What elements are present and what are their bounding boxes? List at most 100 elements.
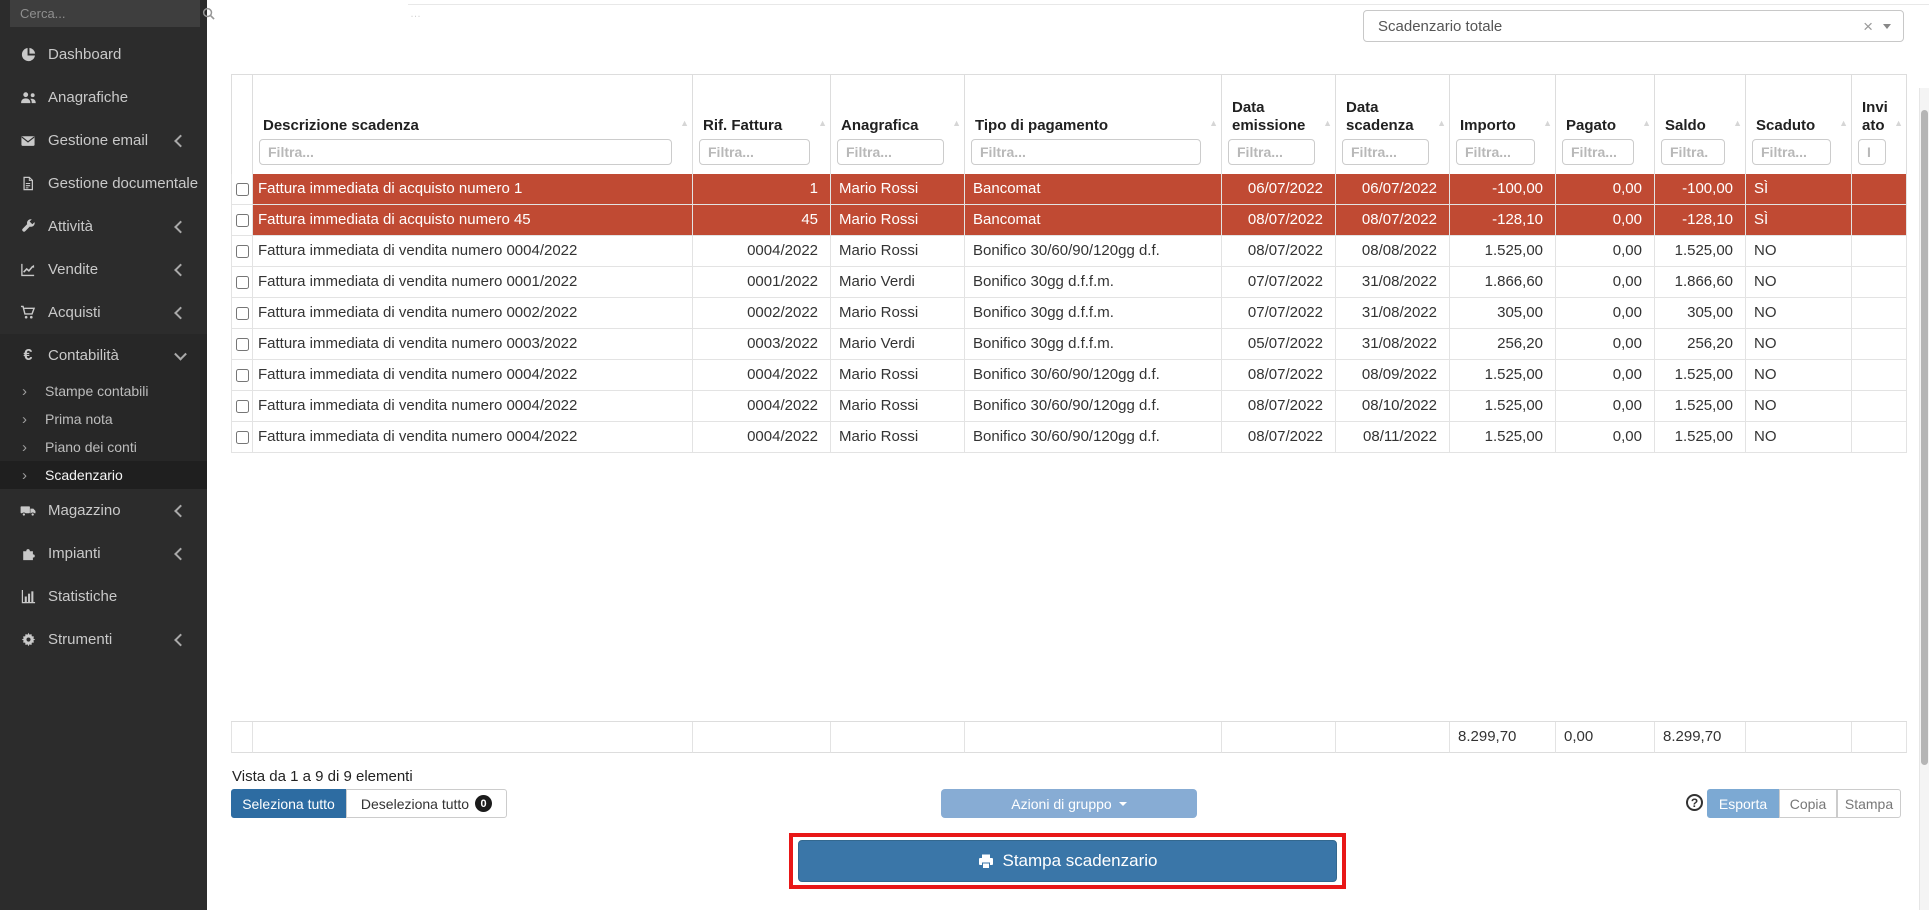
help-icon[interactable]: ? [1686, 794, 1703, 811]
table-cell: 08/07/2022 [1336, 205, 1450, 236]
sidebar-item-magazzino[interactable]: Magazzino [0, 489, 207, 532]
sidebar-item-impianti[interactable]: Impianti [0, 532, 207, 575]
totals-cell [1222, 722, 1336, 753]
sidebar-item-acquisti[interactable]: Acquisti [0, 291, 207, 334]
row-checkbox[interactable] [236, 400, 249, 413]
sidebar-item-dashboard[interactable]: Dashboard [0, 33, 207, 76]
deselect-all-button[interactable]: Deseleziona tutto 0 [346, 789, 507, 818]
deselect-count-badge: 0 [475, 795, 492, 812]
column-filter-input[interactable] [699, 139, 810, 165]
search-icon[interactable] [202, 7, 215, 20]
header-cell-importo[interactable]: Importo▲ [1450, 75, 1556, 175]
sidebar-item-strumenti[interactable]: Strumenti [0, 618, 207, 661]
table-cell: 06/07/2022 [1336, 174, 1450, 205]
totals-cell: 0,00 [1556, 722, 1655, 753]
table-row[interactable]: Fattura immediata di vendita numero 0004… [231, 422, 1907, 453]
vertical-scrollbar[interactable] [1919, 88, 1929, 910]
print-button[interactable]: Stampa [1837, 789, 1901, 818]
table-cell [1852, 391, 1907, 422]
table-cell: -128,10 [1450, 205, 1556, 236]
header-cell-tipo-di-pagamento[interactable]: Tipo di pagamento▲ [965, 75, 1222, 175]
row-checkbox[interactable] [236, 245, 249, 258]
row-checkbox[interactable] [236, 338, 249, 351]
table-cell: 0,00 [1556, 360, 1655, 391]
sidebar-subitem-stampe-contabili[interactable]: ›Stampe contabili [0, 377, 207, 405]
table-row[interactable]: Fattura immediata di vendita numero 0002… [231, 298, 1907, 329]
sidebar-item-gestione-documentale[interactable]: Gestione documentale [0, 162, 207, 205]
row-checkbox[interactable] [236, 369, 249, 382]
copy-button[interactable]: Copia [1779, 789, 1837, 818]
totals-cell [1852, 722, 1907, 753]
sidebar-item-vendite[interactable]: Vendite [0, 248, 207, 291]
row-checkbox[interactable] [236, 431, 249, 444]
column-filter-input[interactable] [1752, 139, 1831, 165]
sort-icon: ▲ [952, 118, 961, 128]
table-cell: 1.525,00 [1655, 422, 1746, 453]
column-filter-input[interactable] [1342, 139, 1429, 165]
pagination-summary: Vista da 1 a 9 di 9 elementi [232, 768, 413, 785]
column-filter-input[interactable] [1562, 139, 1634, 165]
column-filter-input[interactable] [1456, 139, 1535, 165]
column-filter-input[interactable] [1228, 139, 1315, 165]
chevron-left-icon [174, 306, 187, 319]
scrollbar-thumb[interactable] [1921, 110, 1928, 765]
table-cell: 0,00 [1556, 205, 1655, 236]
table-cell: Fattura immediata di acquisto numero 45 [253, 205, 693, 236]
header-cell-data-emissione[interactable]: Data emissione▲ [1222, 75, 1336, 175]
row-checkbox[interactable] [236, 214, 249, 227]
header-cell-scaduto[interactable]: Scaduto▲ [1746, 75, 1852, 175]
table-cell: 0004/2022 [693, 422, 831, 453]
caret-down-icon [1119, 802, 1127, 806]
sidebar-subitem-prima-nota[interactable]: ›Prima nota [0, 405, 207, 433]
header-cell-saldo[interactable]: Saldo▲ [1655, 75, 1746, 175]
table-cell: 31/08/2022 [1336, 298, 1450, 329]
table-cell: Mario Rossi [831, 236, 965, 267]
scadenzario-filter-select[interactable]: Scadenzario totale × [1363, 10, 1904, 42]
table-row[interactable]: Fattura immediata di acquisto numero 454… [231, 205, 1907, 236]
column-filter-input[interactable] [971, 139, 1201, 165]
column-filter-input[interactable] [1661, 139, 1725, 165]
table-cell [1852, 422, 1907, 453]
row-checkbox[interactable] [236, 276, 249, 289]
table-cell: Mario Verdi [831, 267, 965, 298]
export-button[interactable]: Esporta [1707, 789, 1779, 818]
column-filter-input[interactable] [837, 139, 944, 165]
search-input[interactable] [10, 6, 202, 21]
table-cell [1852, 205, 1907, 236]
clear-selection-icon[interactable]: × [1853, 18, 1883, 35]
column-filter-input[interactable] [259, 139, 672, 165]
table-row[interactable]: Fattura immediata di acquisto numero 11M… [231, 174, 1907, 205]
row-checkbox-cell [231, 174, 253, 205]
header-cell-rif-fattura[interactable]: Rif. Fattura▲ [693, 75, 831, 175]
row-checkbox[interactable] [236, 307, 249, 320]
header-cell-descrizione-scadenza[interactable]: Descrizione scadenza▲ [253, 75, 693, 175]
row-checkbox[interactable] [236, 183, 249, 196]
chevron-right-icon: › [22, 411, 32, 428]
sidebar-item-attivita[interactable]: Attività [0, 205, 207, 248]
header-cell-inviato[interactable]: Inviato▲ [1852, 75, 1907, 175]
table-row[interactable]: Fattura immediata di vendita numero 0004… [231, 391, 1907, 422]
sidebar-subitem-scadenzario[interactable]: ›Scadenzario [0, 461, 207, 489]
row-checkbox-cell [231, 205, 253, 236]
table-cell: 31/08/2022 [1336, 267, 1450, 298]
sidebar-item-statistiche[interactable]: Statistiche [0, 575, 207, 618]
select-all-button[interactable]: Seleziona tutto [231, 789, 346, 818]
sidebar-item-anagrafiche[interactable]: Anagrafiche [0, 76, 207, 119]
table-row[interactable]: Fattura immediata di vendita numero 0004… [231, 236, 1907, 267]
sidebar-subitem-piano-dei-conti[interactable]: ›Piano dei conti [0, 433, 207, 461]
group-actions-button[interactable]: Azioni di gruppo [941, 789, 1197, 818]
header-cell-data-scadenza[interactable]: Data scadenza▲ [1336, 75, 1450, 175]
table-cell: Mario Rossi [831, 174, 965, 205]
header-cell-pagato[interactable]: Pagato▲ [1556, 75, 1655, 175]
print-schedule-button[interactable]: Stampa scadenzario [798, 840, 1337, 882]
totals-cell [253, 722, 693, 753]
sidebar-item-contabilita[interactable]: €Contabilità [0, 334, 207, 377]
table-cell: 0,00 [1556, 267, 1655, 298]
column-filter-input[interactable] [1858, 139, 1886, 165]
table-row[interactable]: Fattura immediata di vendita numero 0001… [231, 267, 1907, 298]
table-row[interactable]: Fattura immediata di vendita numero 0004… [231, 360, 1907, 391]
header-cell-anagrafica[interactable]: Anagrafica▲ [831, 75, 965, 175]
table-row[interactable]: Fattura immediata di vendita numero 0003… [231, 329, 1907, 360]
sort-icon: ▲ [1323, 118, 1332, 128]
sidebar-item-gestione-email[interactable]: Gestione email [0, 119, 207, 162]
